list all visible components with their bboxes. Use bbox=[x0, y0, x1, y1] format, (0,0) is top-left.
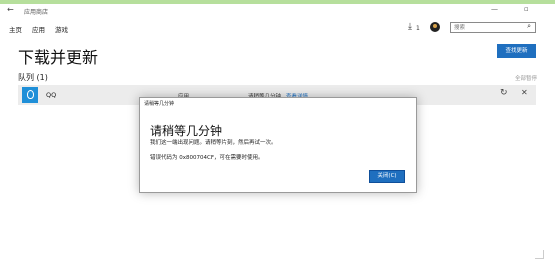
page-title: 下载并更新 bbox=[18, 48, 99, 67]
retry-icon[interactable]: ↻ bbox=[500, 88, 508, 98]
avatar[interactable] bbox=[430, 22, 440, 32]
dialog-error-code: 错误代码为 0x800704CF，可在需要时使用。 bbox=[150, 155, 264, 161]
restore-icon[interactable]: ▫ bbox=[524, 5, 529, 13]
pause-all-link[interactable]: 全部暂停 bbox=[515, 74, 537, 82]
minimize-icon[interactable]: — bbox=[491, 5, 498, 13]
qq-app-icon bbox=[22, 87, 38, 103]
close-icon[interactable]: ✕ bbox=[521, 88, 528, 97]
downloads-count[interactable]: 1 bbox=[416, 25, 420, 32]
nav-item-games[interactable]: 游戏 bbox=[55, 24, 68, 34]
dialog-title-bar: 请稍等几分钟 bbox=[140, 98, 416, 108]
dialog-heading: 请稍等几分钟 bbox=[150, 124, 223, 138]
nav-bar: 主页 应用 游戏 ⤓ 1 ⌕ bbox=[0, 18, 555, 38]
nav-item-home[interactable]: 主页 bbox=[9, 24, 22, 34]
check-updates-button[interactable]: 查找更新 bbox=[497, 44, 536, 58]
dialog-close-button[interactable]: 关闭(C) bbox=[369, 170, 405, 183]
search-icon[interactable]: ⌕ bbox=[527, 22, 531, 31]
download-icon[interactable]: ⤓ bbox=[408, 22, 412, 32]
resize-grip[interactable] bbox=[535, 250, 544, 259]
nav-item-apps[interactable]: 应用 bbox=[32, 24, 45, 34]
app-name: QQ bbox=[46, 91, 57, 99]
title-bar: ← 应用商店 — ▫ bbox=[0, 4, 555, 18]
search-box[interactable]: ⌕ bbox=[450, 22, 536, 33]
dialog-bar-title: 请稍等几分钟 bbox=[144, 101, 175, 107]
dialog-message: 我们这一端出现问题。请稍等片刻，然后再试一次。 bbox=[150, 140, 277, 146]
queue-heading: 队列 (1) bbox=[18, 73, 48, 82]
search-input[interactable] bbox=[454, 24, 516, 32]
error-dialog: 请稍等几分钟 请稍等几分钟 我们这一端出现问题。请稍等片刻，然后再试一次。 错误… bbox=[139, 97, 417, 193]
back-arrow-icon[interactable]: ← bbox=[7, 5, 14, 14]
window-title: 应用商店 bbox=[24, 9, 49, 16]
